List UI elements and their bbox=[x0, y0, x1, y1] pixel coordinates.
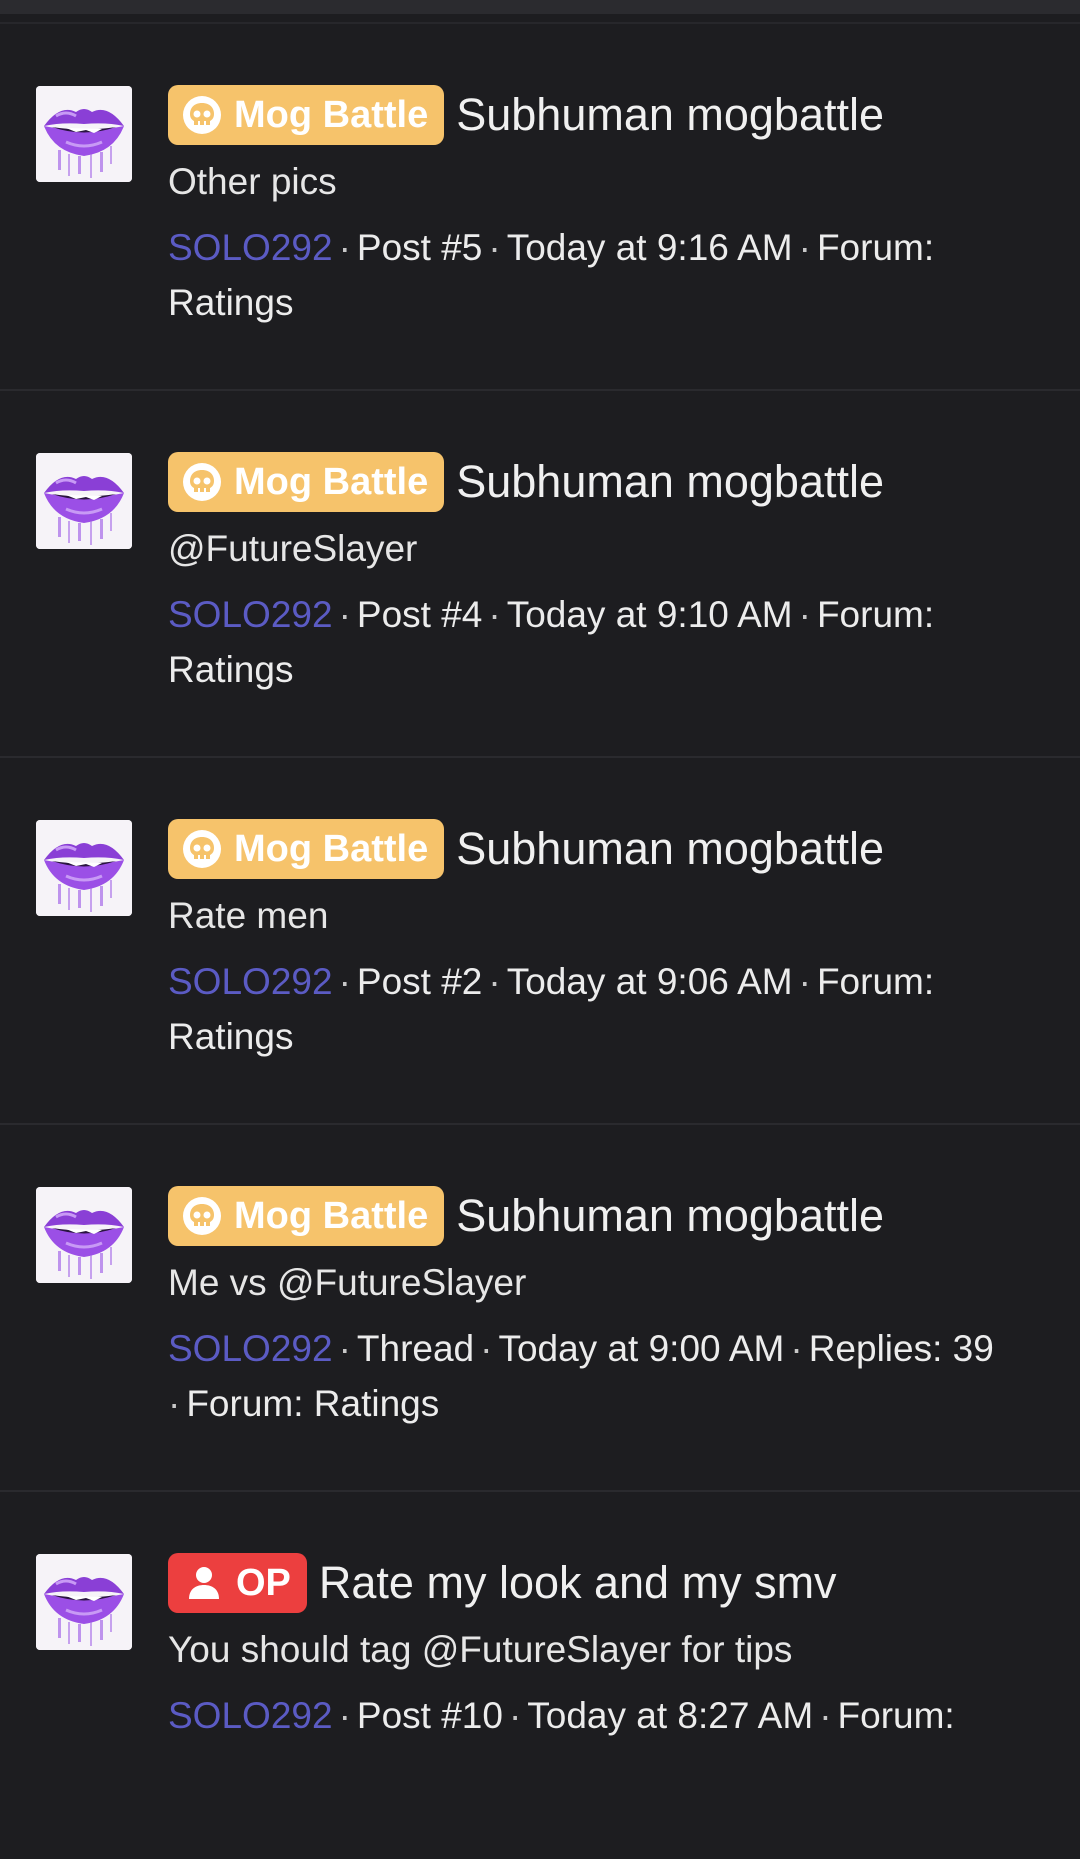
title-row: Mog Battle Subhuman mogbattle bbox=[168, 451, 1020, 513]
avatar[interactable] bbox=[36, 1554, 132, 1650]
title-row: Mog Battle Subhuman mogbattle bbox=[168, 84, 1020, 146]
forum-link[interactable]: Ratings bbox=[168, 282, 293, 323]
user-icon bbox=[184, 1563, 224, 1603]
thread-title-link[interactable]: Subhuman mogbattle bbox=[456, 1190, 884, 1242]
avatar[interactable] bbox=[36, 1187, 132, 1283]
author-link[interactable]: SOLO292 bbox=[168, 594, 333, 635]
meta-tail-1: Forum: bbox=[837, 1695, 955, 1736]
separator-dot: · bbox=[480, 1328, 493, 1369]
search-results-list: Mog Battle Subhuman mogbattle Other pics… bbox=[0, 24, 1080, 1859]
separator-dot: · bbox=[819, 1695, 832, 1736]
skull-icon bbox=[182, 1196, 222, 1236]
post-number: Post #4 bbox=[356, 594, 483, 635]
separator-dot: · bbox=[508, 1695, 522, 1736]
separator-dot: · bbox=[488, 594, 501, 635]
meta-line: SOLO292 · Post #4 · Today at 9:10 AM · Forum: … bbox=[168, 587, 1020, 697]
separator-dot: · bbox=[338, 227, 351, 268]
post-time: Today at 8:27 AM bbox=[527, 1695, 814, 1736]
meta-line: SOLO292 · Thread · Today at 9:00 AM · Replies:… bbox=[168, 1321, 1020, 1431]
skull-icon bbox=[182, 95, 222, 135]
prefix-badge[interactable]: Mog Battle bbox=[168, 819, 445, 879]
skull-icon bbox=[182, 829, 222, 869]
post-time: Today at 9:10 AM bbox=[506, 594, 793, 635]
meta-tail-1: Forum: bbox=[816, 227, 935, 268]
snippet-text: Other pics bbox=[168, 161, 337, 202]
prefix-badge[interactable]: Mog Battle bbox=[168, 85, 445, 145]
result-content: Mog Battle Subhuman mogbattle Other pics… bbox=[168, 84, 1020, 330]
separator-dot: · bbox=[338, 1695, 351, 1736]
lips-avatar-image bbox=[36, 820, 132, 916]
replies-count: Replies: 39 bbox=[808, 1328, 994, 1369]
lips-avatar-image bbox=[36, 1187, 132, 1283]
thread-title-link[interactable]: Rate my look and my smv bbox=[319, 1557, 837, 1609]
list-item[interactable]: Mog Battle Subhuman mogbattle Rate men S… bbox=[0, 758, 1080, 1125]
post-type: Thread bbox=[356, 1328, 475, 1369]
badge-label: Mog Battle bbox=[234, 1194, 429, 1237]
op-badge[interactable]: OP bbox=[168, 1553, 307, 1613]
list-item[interactable]: Mog Battle Subhuman mogbattle Other pics… bbox=[0, 24, 1080, 391]
forum-link[interactable]: Forum: Ratings bbox=[186, 1383, 439, 1424]
list-item[interactable]: OP Rate my look and my smv You should ta… bbox=[0, 1492, 1080, 1859]
meta-line: SOLO292 · Post #10 · Today at 8:27 AM · Forum: bbox=[168, 1688, 1020, 1743]
author-link[interactable]: SOLO292 bbox=[168, 1695, 333, 1736]
forum-link[interactable]: Ratings bbox=[168, 1016, 293, 1057]
forum-link[interactable]: Ratings bbox=[168, 649, 293, 690]
separator-dot: · bbox=[338, 594, 351, 635]
separator-dot: · bbox=[798, 961, 811, 1002]
snippet-text: You should tag @FutureSlayer for tips bbox=[168, 1629, 793, 1670]
meta-line: SOLO292 · Post #2 · Today at 9:06 AM · Forum: … bbox=[168, 954, 1020, 1064]
meta-tail-1: Forum: bbox=[816, 961, 935, 1002]
thread-title-link[interactable]: Subhuman mogbattle bbox=[456, 456, 884, 508]
result-content: Mog Battle Subhuman mogbattle Rate men S… bbox=[168, 818, 1020, 1064]
snippet-text: @FutureSlayer bbox=[168, 528, 418, 569]
separator-dot: · bbox=[488, 961, 501, 1002]
result-content: OP Rate my look and my smv You should ta… bbox=[168, 1552, 1020, 1743]
snippet-text: Me vs @FutureSlayer bbox=[168, 1262, 527, 1303]
post-number: Post #2 bbox=[356, 961, 483, 1002]
lips-avatar-image bbox=[36, 453, 132, 549]
meta-line: SOLO292 · Post #5 · Today at 9:16 AM · Forum: … bbox=[168, 220, 1020, 330]
meta-tail-1: Forum: bbox=[816, 594, 935, 635]
list-item[interactable]: Mog Battle Subhuman mogbattle @FutureSla… bbox=[0, 391, 1080, 758]
prefix-badge[interactable]: Mog Battle bbox=[168, 1186, 445, 1246]
lips-avatar-image bbox=[36, 1554, 132, 1650]
post-time: Today at 9:16 AM bbox=[506, 227, 793, 268]
post-time: Today at 9:06 AM bbox=[506, 961, 793, 1002]
thread-title-link[interactable]: Subhuman mogbattle bbox=[456, 89, 884, 141]
skull-icon bbox=[182, 462, 222, 502]
prefix-badge[interactable]: Mog Battle bbox=[168, 452, 445, 512]
title-row: OP Rate my look and my smv bbox=[168, 1552, 1020, 1614]
list-item[interactable]: Mog Battle Subhuman mogbattle Me vs @Fut… bbox=[0, 1125, 1080, 1492]
result-content: Mog Battle Subhuman mogbattle Me vs @Fut… bbox=[168, 1185, 1020, 1431]
avatar[interactable] bbox=[36, 820, 132, 916]
post-number: Post #10 bbox=[356, 1695, 503, 1736]
post-number: Post #5 bbox=[356, 227, 483, 268]
avatar[interactable] bbox=[36, 453, 132, 549]
result-content: Mog Battle Subhuman mogbattle @FutureSla… bbox=[168, 451, 1020, 697]
separator-dot: · bbox=[790, 1328, 803, 1369]
badge-label: Mog Battle bbox=[234, 93, 429, 136]
separator-dot: · bbox=[338, 961, 351, 1002]
title-row: Mog Battle Subhuman mogbattle bbox=[168, 1185, 1020, 1247]
snippet-text: Rate men bbox=[168, 895, 329, 936]
separator-dot: · bbox=[338, 1328, 351, 1369]
post-time: Today at 9:00 AM bbox=[498, 1328, 785, 1369]
separator-dot: · bbox=[168, 1383, 181, 1424]
thread-title-link[interactable]: Subhuman mogbattle bbox=[456, 823, 884, 875]
avatar[interactable] bbox=[36, 86, 132, 182]
separator-dot: · bbox=[488, 227, 501, 268]
author-link[interactable]: SOLO292 bbox=[168, 227, 333, 268]
title-row: Mog Battle Subhuman mogbattle bbox=[168, 818, 1020, 880]
author-link[interactable]: SOLO292 bbox=[168, 1328, 333, 1369]
author-link[interactable]: SOLO292 bbox=[168, 961, 333, 1002]
lips-avatar-image bbox=[36, 86, 132, 182]
separator-dot: · bbox=[798, 594, 811, 635]
badge-label: Mog Battle bbox=[234, 827, 429, 870]
badge-label: OP bbox=[236, 1561, 291, 1604]
top-bar bbox=[0, 0, 1080, 14]
badge-label: Mog Battle bbox=[234, 460, 429, 503]
separator-dot: · bbox=[798, 227, 811, 268]
